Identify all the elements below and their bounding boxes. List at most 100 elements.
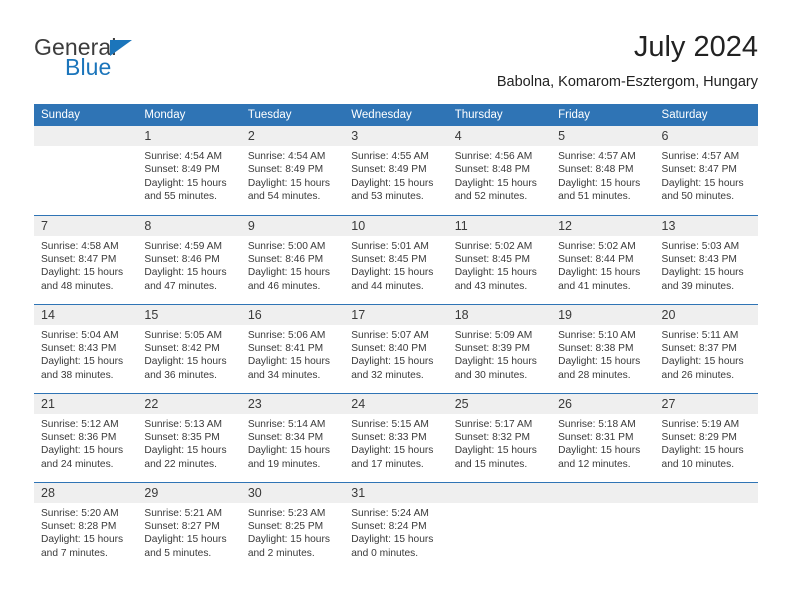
calendar-day-cell-empty — [654, 481, 758, 571]
calendar-day-cell[interactable]: 27 Sunrise: 5:19 AM Sunset: 8:29 PM Dayligh… — [654, 392, 758, 482]
day-details: Sunrise: 4:57 AM Sunset: 8:47 PM Daylight:… — [655, 146, 758, 204]
day-details: Sunrise: 5:03 AM Sunset: 8:43 PM Daylight:… — [655, 236, 758, 294]
calendar-day-cell-empty — [34, 126, 138, 215]
calendar-day-cell[interactable]: 5 Sunrise: 4:57 AM Sunset: 8:48 PM Daylight… — [551, 126, 655, 215]
day-details: Sunrise: 5:17 AM Sunset: 8:32 PM Daylight:… — [448, 414, 551, 472]
day-cell-inner: 13 Sunrise: 5:03 AM Sunset: 8:43 PM Dayligh… — [654, 215, 758, 304]
calendar-day-cell[interactable]: 15 Sunrise: 5:05 AM Sunset: 8:42 PM Dayligh… — [137, 303, 241, 393]
calendar-day-cell[interactable]: 20 Sunrise: 5:11 AM Sunset: 8:37 PM Dayligh… — [654, 303, 758, 393]
calendar-day-cell[interactable]: 29 Sunrise: 5:21 AM Sunset: 8:27 PM Dayligh… — [137, 481, 241, 572]
day-number: 11 — [447, 215, 552, 236]
calendar-day-cell[interactable]: 2 Sunrise: 4:54 AM Sunset: 8:49 PM Daylight… — [240, 126, 345, 215]
weekday-header-monday: Monday — [137, 104, 241, 126]
weekday-header-sunday: Sunday — [34, 104, 138, 126]
day-cell-inner: 5 Sunrise: 4:57 AM Sunset: 8:48 PM Daylight… — [551, 126, 655, 215]
daylight-duration-line2: and 30 minutes. — [454, 369, 528, 381]
daylight-duration-line2: and 26 minutes. — [661, 369, 735, 381]
day-cell-inner: 9 Sunrise: 5:00 AM Sunset: 8:46 PM Daylight… — [240, 215, 345, 304]
sunset-time: Sunset: 8:43 PM — [41, 342, 117, 354]
calendar-page: General Blue July 2024 Babolna, Komarom-… — [0, 0, 792, 612]
sunrise-time: Sunrise: 5:10 AM — [558, 329, 636, 341]
day-number: 23 — [240, 393, 345, 414]
sunrise-time: Sunrise: 5:20 AM — [41, 507, 119, 519]
calendar-day-cell[interactable]: 24 Sunrise: 5:15 AM Sunset: 8:33 PM Dayligh… — [344, 392, 448, 482]
sunset-time: Sunset: 8:46 PM — [144, 253, 220, 265]
daylight-duration-line1: Daylight: 15 hours — [144, 177, 227, 189]
daylight-duration-line2: and 47 minutes. — [144, 280, 217, 292]
sunrise-time: Sunrise: 5:13 AM — [144, 418, 223, 430]
daylight-duration-line2: and 39 minutes. — [661, 280, 735, 292]
calendar-day-cell[interactable]: 26 Sunrise: 5:18 AM Sunset: 8:31 PM Dayligh… — [551, 392, 655, 482]
sunrise-time: Sunrise: 5:15 AM — [351, 418, 429, 430]
weekday-header-saturday: Saturday — [654, 104, 758, 126]
daylight-duration-line1: Daylight: 15 hours — [454, 177, 537, 189]
day-number: 3 — [344, 126, 448, 146]
calendar-day-cell[interactable]: 7 Sunrise: 4:58 AM Sunset: 8:47 PM Daylight… — [34, 214, 138, 304]
sunrise-time: Sunrise: 4:55 AM — [351, 151, 429, 162]
calendar-day-cell[interactable]: 3 Sunrise: 4:55 AM Sunset: 8:49 PM Daylight… — [344, 126, 448, 215]
sunrise-time: Sunrise: 5:12 AM — [41, 418, 119, 430]
calendar-day-cell[interactable]: 13 Sunrise: 5:03 AM Sunset: 8:43 PM Dayligh… — [654, 214, 758, 304]
daylight-duration-line1: Daylight: 15 hours — [144, 356, 227, 368]
calendar-day-cell[interactable]: 30 Sunrise: 5:23 AM Sunset: 8:25 PM Dayligh… — [240, 481, 345, 571]
sunrise-time: Sunrise: 5:23 AM — [247, 507, 326, 519]
day-details: Sunrise: 5:21 AM Sunset: 8:27 PM Daylight:… — [137, 503, 240, 561]
calendar-day-cell[interactable]: 28 Sunrise: 5:20 AM Sunset: 8:28 PM Dayligh… — [34, 481, 138, 571]
daylight-duration-line2: and 46 minutes. — [247, 280, 321, 292]
calendar-day-cell[interactable]: 17 Sunrise: 5:07 AM Sunset: 8:40 PM Dayligh… — [344, 303, 448, 393]
day-cell-inner: 12 Sunrise: 5:02 AM Sunset: 8:44 PM Dayligh… — [551, 215, 655, 304]
day-cell-inner: 8 Sunrise: 4:59 AM Sunset: 8:46 PM Daylight… — [137, 215, 241, 304]
day-cell-inner — [34, 126, 138, 215]
calendar-day-cell[interactable]: 6 Sunrise: 4:57 AM Sunset: 8:47 PM Daylight… — [654, 126, 758, 215]
daylight-duration-line2: and 19 minutes. — [247, 458, 321, 470]
calendar-day-cell[interactable]: 12 Sunrise: 5:02 AM Sunset: 8:44 PM Dayligh… — [551, 214, 655, 304]
day-cell-inner: 18 Sunrise: 5:09 AM Sunset: 8:39 PM Dayligh… — [447, 304, 552, 393]
day-cell-inner: 4 Sunrise: 4:56 AM Sunset: 8:48 PM Daylight… — [447, 126, 552, 215]
calendar-day-cell[interactable]: 21 Sunrise: 5:12 AM Sunset: 8:36 PM Dayligh… — [34, 392, 138, 482]
sunset-time: Sunset: 8:41 PM — [247, 342, 324, 354]
day-details: Sunrise: 4:58 AM Sunset: 8:47 PM Daylight:… — [34, 236, 137, 294]
calendar-week-row: 28 Sunrise: 5:20 AM Sunset: 8:28 PM Dayligh… — [34, 481, 758, 572]
calendar-day-cell[interactable]: 19 Sunrise: 5:10 AM Sunset: 8:38 PM Dayligh… — [551, 303, 655, 393]
day-number: 22 — [137, 393, 241, 414]
calendar-day-cell[interactable]: 14 Sunrise: 5:04 AM Sunset: 8:43 PM Dayligh… — [34, 303, 138, 393]
sunrise-time: Sunrise: 5:01 AM — [351, 240, 429, 252]
daylight-duration-line2: and 32 minutes. — [351, 369, 424, 381]
calendar-day-cell[interactable]: 23 Sunrise: 5:14 AM Sunset: 8:34 PM Dayligh… — [240, 392, 345, 482]
day-cell-inner: 19 Sunrise: 5:10 AM Sunset: 8:38 PM Dayligh… — [551, 304, 655, 393]
day-details: Sunrise: 4:56 AM Sunset: 8:48 PM Daylight:… — [448, 146, 551, 204]
weekday-header-thursday: Thursday — [447, 104, 552, 126]
day-details: Sunrise: 5:19 AM Sunset: 8:29 PM Daylight:… — [655, 414, 758, 472]
calendar-day-cell[interactable]: 16 Sunrise: 5:06 AM Sunset: 8:41 PM Dayligh… — [240, 303, 345, 393]
day-number: 10 — [344, 215, 448, 236]
calendar-day-cell[interactable]: 1 Sunrise: 4:54 AM Sunset: 8:49 PM Daylight… — [137, 126, 241, 215]
daylight-duration-line1: Daylight: 15 hours — [454, 356, 537, 368]
day-number: 17 — [344, 304, 448, 325]
day-cell-inner: 29 Sunrise: 5:21 AM Sunset: 8:27 PM Dayligh… — [137, 482, 241, 572]
calendar-day-cell[interactable]: 25 Sunrise: 5:17 AM Sunset: 8:32 PM Dayligh… — [447, 392, 552, 482]
calendar-day-cell[interactable]: 18 Sunrise: 5:09 AM Sunset: 8:39 PM Dayligh… — [447, 303, 552, 393]
day-number: 30 — [240, 482, 345, 503]
calendar-day-cell[interactable]: 9 Sunrise: 5:00 AM Sunset: 8:46 PM Daylight… — [240, 214, 345, 304]
day-cell-inner: 16 Sunrise: 5:06 AM Sunset: 8:41 PM Dayligh… — [240, 304, 345, 393]
calendar-day-cell[interactable]: 31 Sunrise: 5:24 AM Sunset: 8:24 PM Dayligh… — [344, 481, 448, 571]
calendar-day-cell-empty — [551, 481, 655, 571]
day-number: 27 — [654, 393, 758, 414]
sunset-time: Sunset: 8:44 PM — [558, 253, 634, 265]
sunrise-time: Sunrise: 5:19 AM — [661, 418, 740, 430]
calendar-day-cell[interactable]: 4 Sunrise: 4:56 AM Sunset: 8:48 PM Daylight… — [447, 126, 552, 215]
daylight-duration-line2: and 24 minutes. — [41, 458, 114, 470]
title-block: July 2024 Babolna, Komarom-Esztergom, Hu… — [497, 30, 758, 93]
sunrise-time: Sunrise: 5:17 AM — [454, 418, 533, 430]
calendar-day-cell[interactable]: 22 Sunrise: 5:13 AM Sunset: 8:35 PM Dayligh… — [137, 392, 241, 482]
daylight-duration-line1: Daylight: 15 hours — [351, 534, 434, 546]
daylight-duration-line2: and 22 minutes. — [144, 458, 217, 470]
sunset-time: Sunset: 8:42 PM — [144, 342, 220, 354]
day-cell-inner: 21 Sunrise: 5:12 AM Sunset: 8:36 PM Dayligh… — [34, 393, 138, 482]
sunset-time: Sunset: 8:29 PM — [661, 431, 737, 443]
calendar-day-cell[interactable]: 10 Sunrise: 5:01 AM Sunset: 8:45 PM Dayligh… — [344, 214, 448, 304]
general-blue-logo[interactable]: General Blue — [34, 34, 234, 90]
calendar-day-cell[interactable]: 8 Sunrise: 4:59 AM Sunset: 8:46 PM Daylight… — [137, 214, 241, 304]
weekday-header-wednesday: Wednesday — [344, 104, 448, 126]
calendar-day-cell[interactable]: 11 Sunrise: 5:02 AM Sunset: 8:45 PM Dayligh… — [447, 214, 552, 304]
